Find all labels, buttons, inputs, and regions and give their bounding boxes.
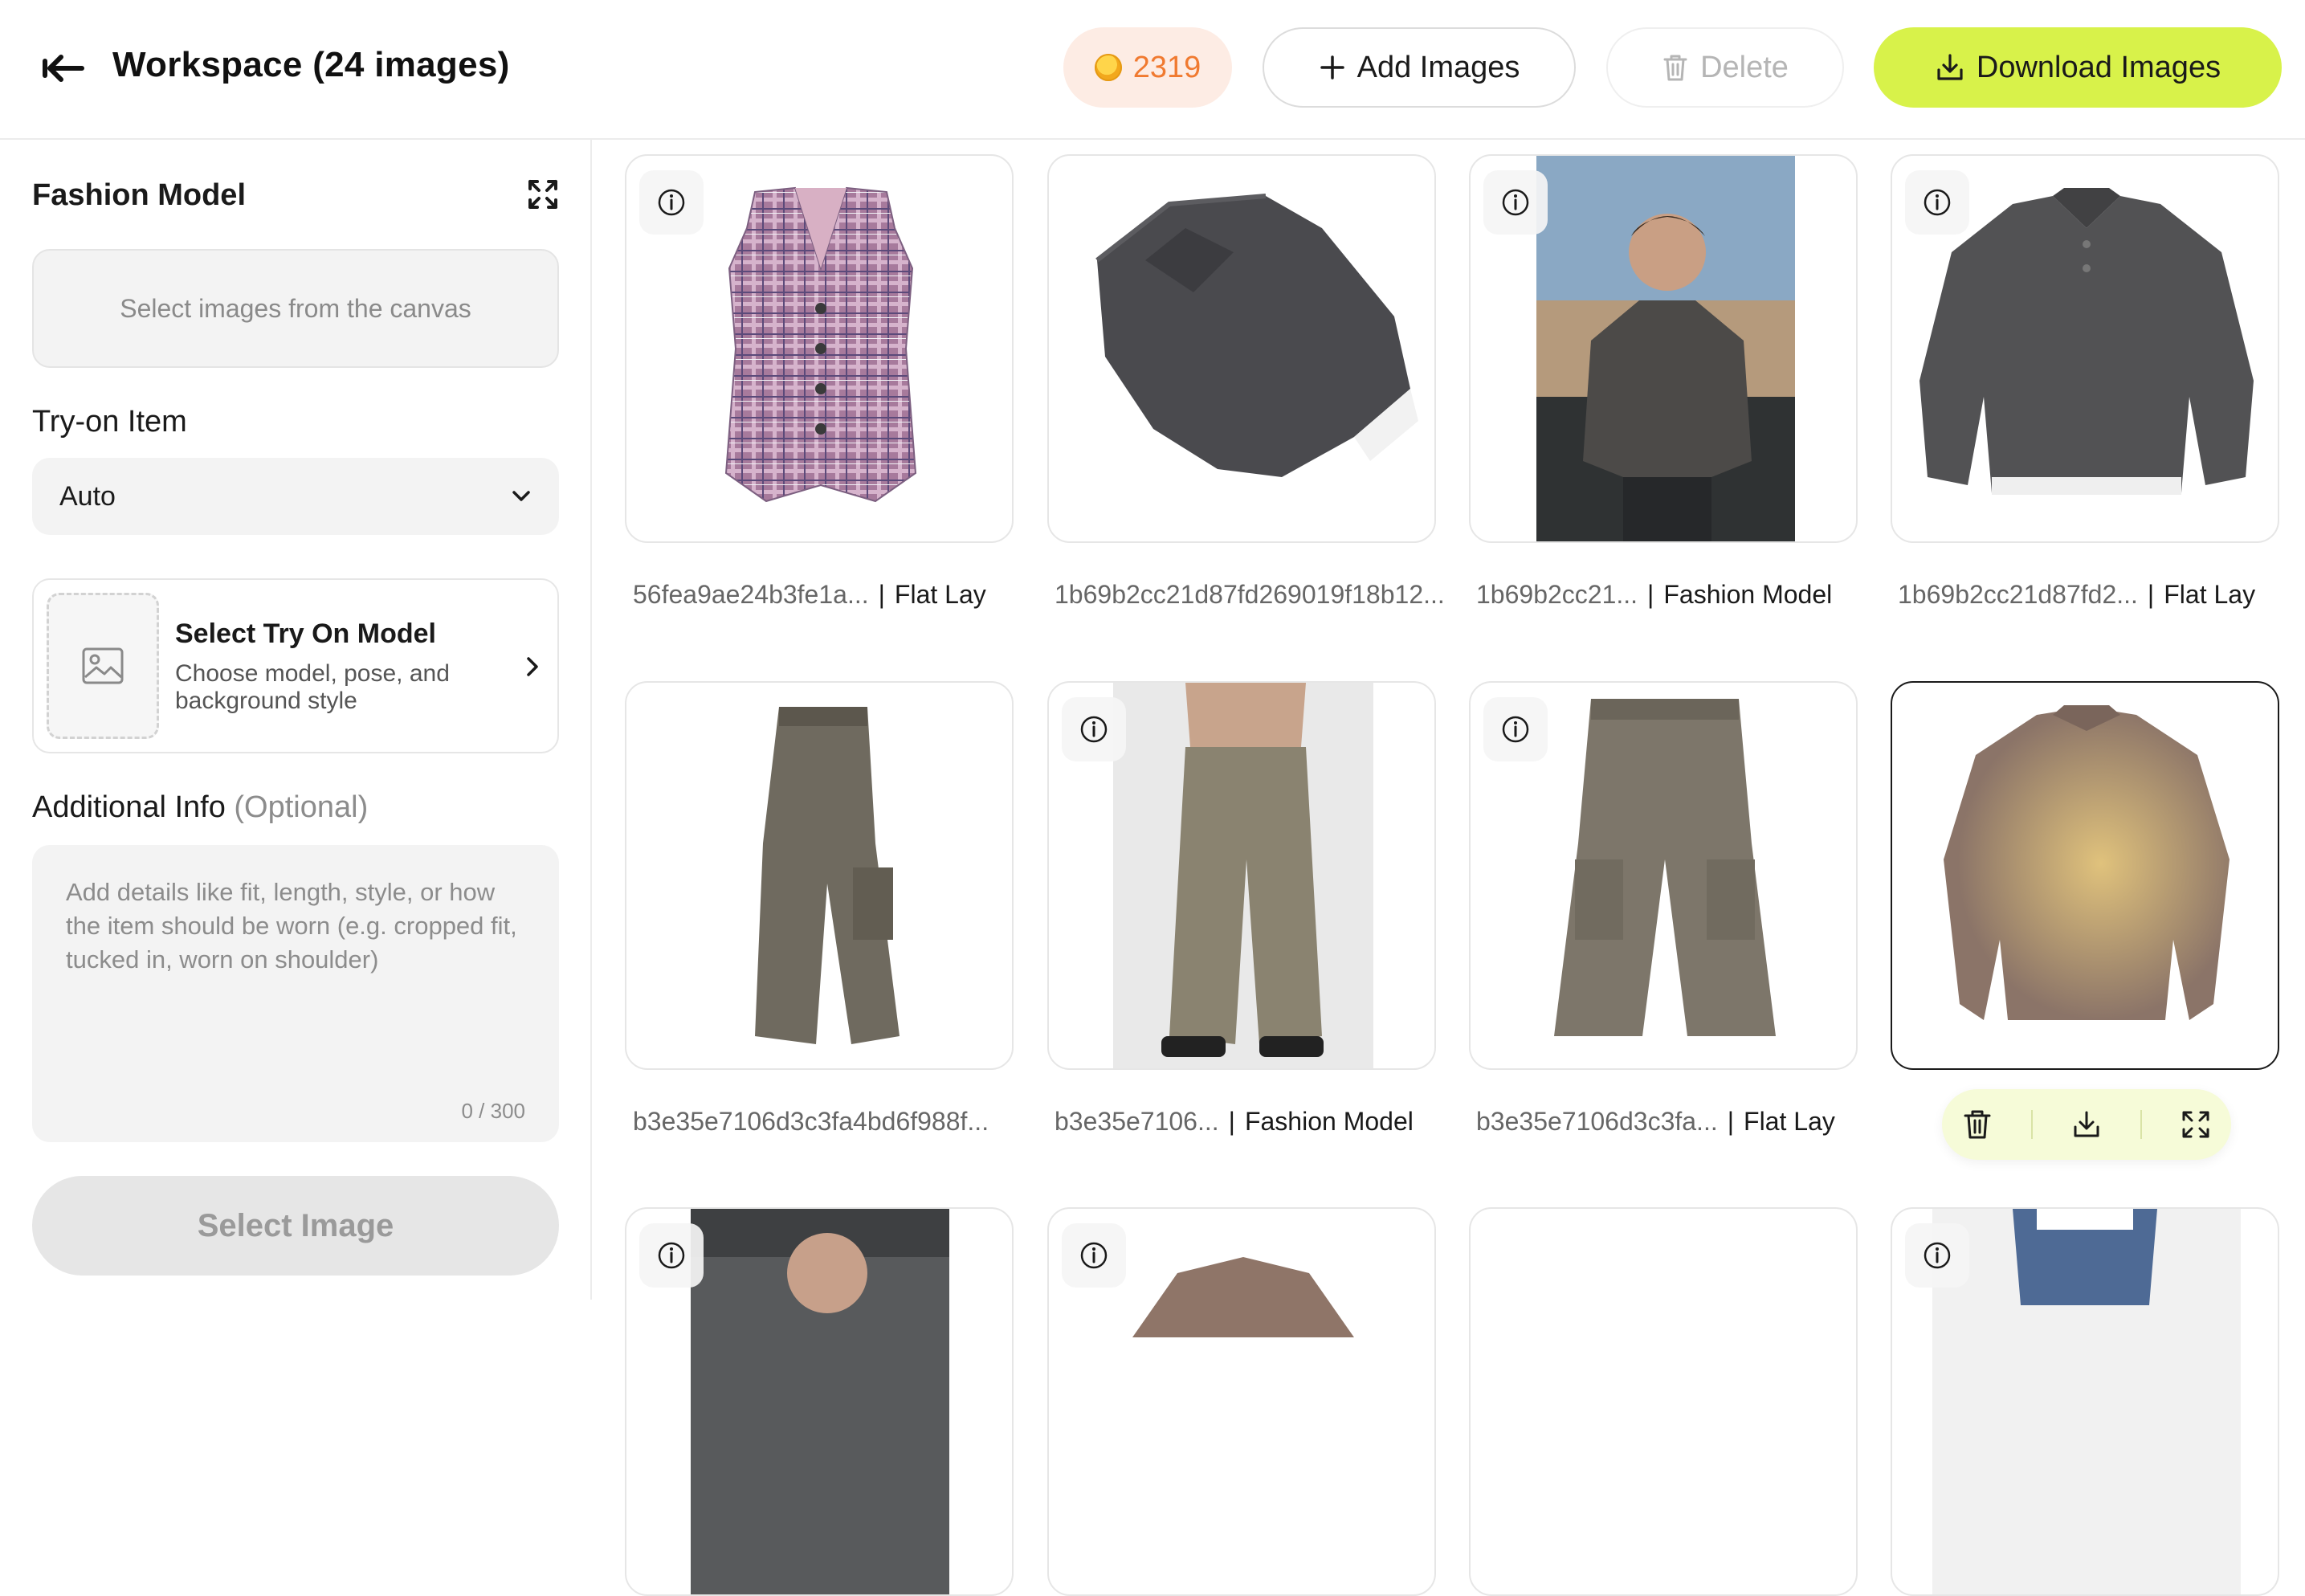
coin-icon	[1094, 54, 1122, 81]
sidebar-panel: Fashion Model Select images from the can…	[0, 140, 592, 1300]
image-caption: 1b69b2cc21... | Fashion Model	[1476, 580, 1832, 610]
credits-badge[interactable]: 2319	[1063, 27, 1232, 108]
add-images-button[interactable]: Add Images	[1263, 27, 1576, 108]
image-type-tag: Fashion Model	[1244, 1107, 1414, 1136]
select-model-card[interactable]: Select Try On Model Choose model, pose, …	[32, 578, 559, 753]
image-card-row3-1[interactable]	[625, 1207, 1014, 1596]
caption-separator: |	[2147, 580, 2155, 609]
image-card-polo-flat[interactable]	[1891, 154, 2279, 543]
image-card-pants-flat[interactable]	[1469, 681, 1858, 1070]
model-card-title: Select Try On Model	[175, 618, 436, 649]
trash-icon[interactable]	[1960, 1107, 1995, 1142]
add-images-label: Add Images	[1356, 50, 1520, 84]
file-name: 56fea9ae24b3fe1a...	[633, 580, 869, 609]
image-card-row3-3[interactable]	[1469, 1207, 1858, 1596]
model-thumbnail-placeholder	[47, 593, 159, 739]
caption-separator: |	[1647, 580, 1654, 609]
file-name: b3e35e7106...	[1055, 1107, 1219, 1136]
image-card-cargo-pants[interactable]	[625, 681, 1014, 1070]
jacket-image	[1944, 705, 2230, 1020]
panel-title: Fashion Model	[32, 178, 246, 212]
expand-icon[interactable]	[2178, 1107, 2213, 1142]
textarea-placeholder: Add details like fit, length, style, or …	[66, 878, 517, 974]
back-arrow-icon[interactable]	[40, 48, 88, 88]
info-icon[interactable]	[639, 1223, 704, 1288]
additional-info-title: Additional Info	[32, 790, 226, 824]
download-images-label: Download Images	[1976, 50, 2221, 84]
image-type-tag: Fashion Model	[1663, 580, 1833, 609]
image-action-toolbar	[1942, 1089, 2231, 1160]
char-counter: 0 / 300	[461, 1099, 525, 1123]
toolbar-divider	[2031, 1110, 2034, 1139]
file-name: 1b69b2cc21d87fd2...	[1898, 580, 2138, 609]
info-icon[interactable]	[1062, 697, 1126, 761]
page-title: Workspace (24 images)	[112, 45, 510, 84]
tryon-item-value: Auto	[59, 480, 116, 512]
image-type-tag: Flat Lay	[1744, 1107, 1835, 1136]
info-icon[interactable]	[1905, 170, 1969, 235]
collapse-icon[interactable]	[525, 177, 561, 212]
trash-icon	[1663, 55, 1687, 81]
delete-label: Delete	[1700, 50, 1789, 84]
image-card-model-pants[interactable]	[1047, 681, 1436, 1070]
toolbar-divider	[2140, 1110, 2142, 1139]
delete-button[interactable]: Delete	[1606, 27, 1844, 108]
gray-sweater-image	[1095, 194, 1418, 477]
credits-count: 2319	[1132, 50, 1201, 84]
download-icon[interactable]	[2069, 1107, 2104, 1142]
canvas-selection-box[interactable]: Select images from the canvas	[32, 249, 559, 368]
chevron-right-icon	[527, 657, 538, 676]
image-card-model-sweater[interactable]	[1469, 154, 1858, 543]
image-type-tag: Flat Lay	[894, 580, 986, 609]
image-caption: b3e35e7106d3c3fa4bd6f988f...	[633, 1107, 989, 1137]
model-card-subtitle: Choose model, pose, and background style	[175, 660, 450, 714]
caption-separator: |	[878, 580, 885, 609]
image-icon	[82, 647, 124, 684]
tryon-item-select[interactable]: Auto	[32, 458, 559, 535]
additional-info-textarea[interactable]: Add details like fit, length, style, or …	[32, 845, 559, 1142]
image-card-row3-4[interactable]	[1891, 1207, 2279, 1596]
info-icon[interactable]	[639, 170, 704, 235]
info-icon[interactable]	[1483, 697, 1548, 761]
select-image-button[interactable]: Select Image	[32, 1176, 559, 1276]
image-type-tag: Flat Lay	[2164, 580, 2256, 609]
caption-separator: |	[1228, 1107, 1235, 1136]
image-caption: 56fea9ae24b3fe1a... | Flat Lay	[633, 580, 986, 610]
image-caption: b3e35e7106d3c3fa... | Flat Lay	[1476, 1107, 1835, 1137]
file-name: 1b69b2cc21...	[1476, 580, 1638, 609]
info-icon[interactable]	[1062, 1223, 1126, 1288]
image-caption: b3e35e7106... | Fashion Model	[1055, 1107, 1414, 1137]
image-caption: 1b69b2cc21d87fd2... | Flat Lay	[1898, 580, 2255, 610]
optional-hint: (Optional)	[234, 790, 369, 824]
image-caption: 1b69b2cc21d87fd269019f18b12...	[1055, 580, 1445, 610]
additional-info-label: Additional Info (Optional)	[32, 790, 368, 825]
file-name: b3e35e7106d3c3fa4bd6f988f...	[633, 1107, 989, 1136]
file-name: b3e35e7106d3c3fa...	[1476, 1107, 1718, 1136]
file-name: 1b69b2cc21d87fd269019f18b12...	[1055, 580, 1445, 609]
tryon-item-label: Try-on Item	[32, 405, 187, 439]
image-card-row3-2[interactable]	[1047, 1207, 1436, 1596]
download-icon	[1937, 54, 1963, 80]
caption-separator: |	[1727, 1107, 1735, 1136]
top-bar: Workspace (24 images) 2319 Add Images De…	[0, 0, 2305, 140]
image-card-sweater-flat[interactable]	[1047, 154, 1436, 543]
cargo-pants-image	[755, 707, 900, 1044]
image-card-vest[interactable]	[625, 154, 1014, 543]
plus-icon	[1320, 55, 1344, 80]
chevron-down-icon	[512, 491, 530, 501]
image-card-jacket-selected[interactable]	[1891, 681, 2279, 1070]
info-icon[interactable]	[1483, 170, 1548, 235]
info-icon[interactable]	[1905, 1223, 1969, 1288]
download-images-button[interactable]: Download Images	[1874, 27, 2282, 108]
